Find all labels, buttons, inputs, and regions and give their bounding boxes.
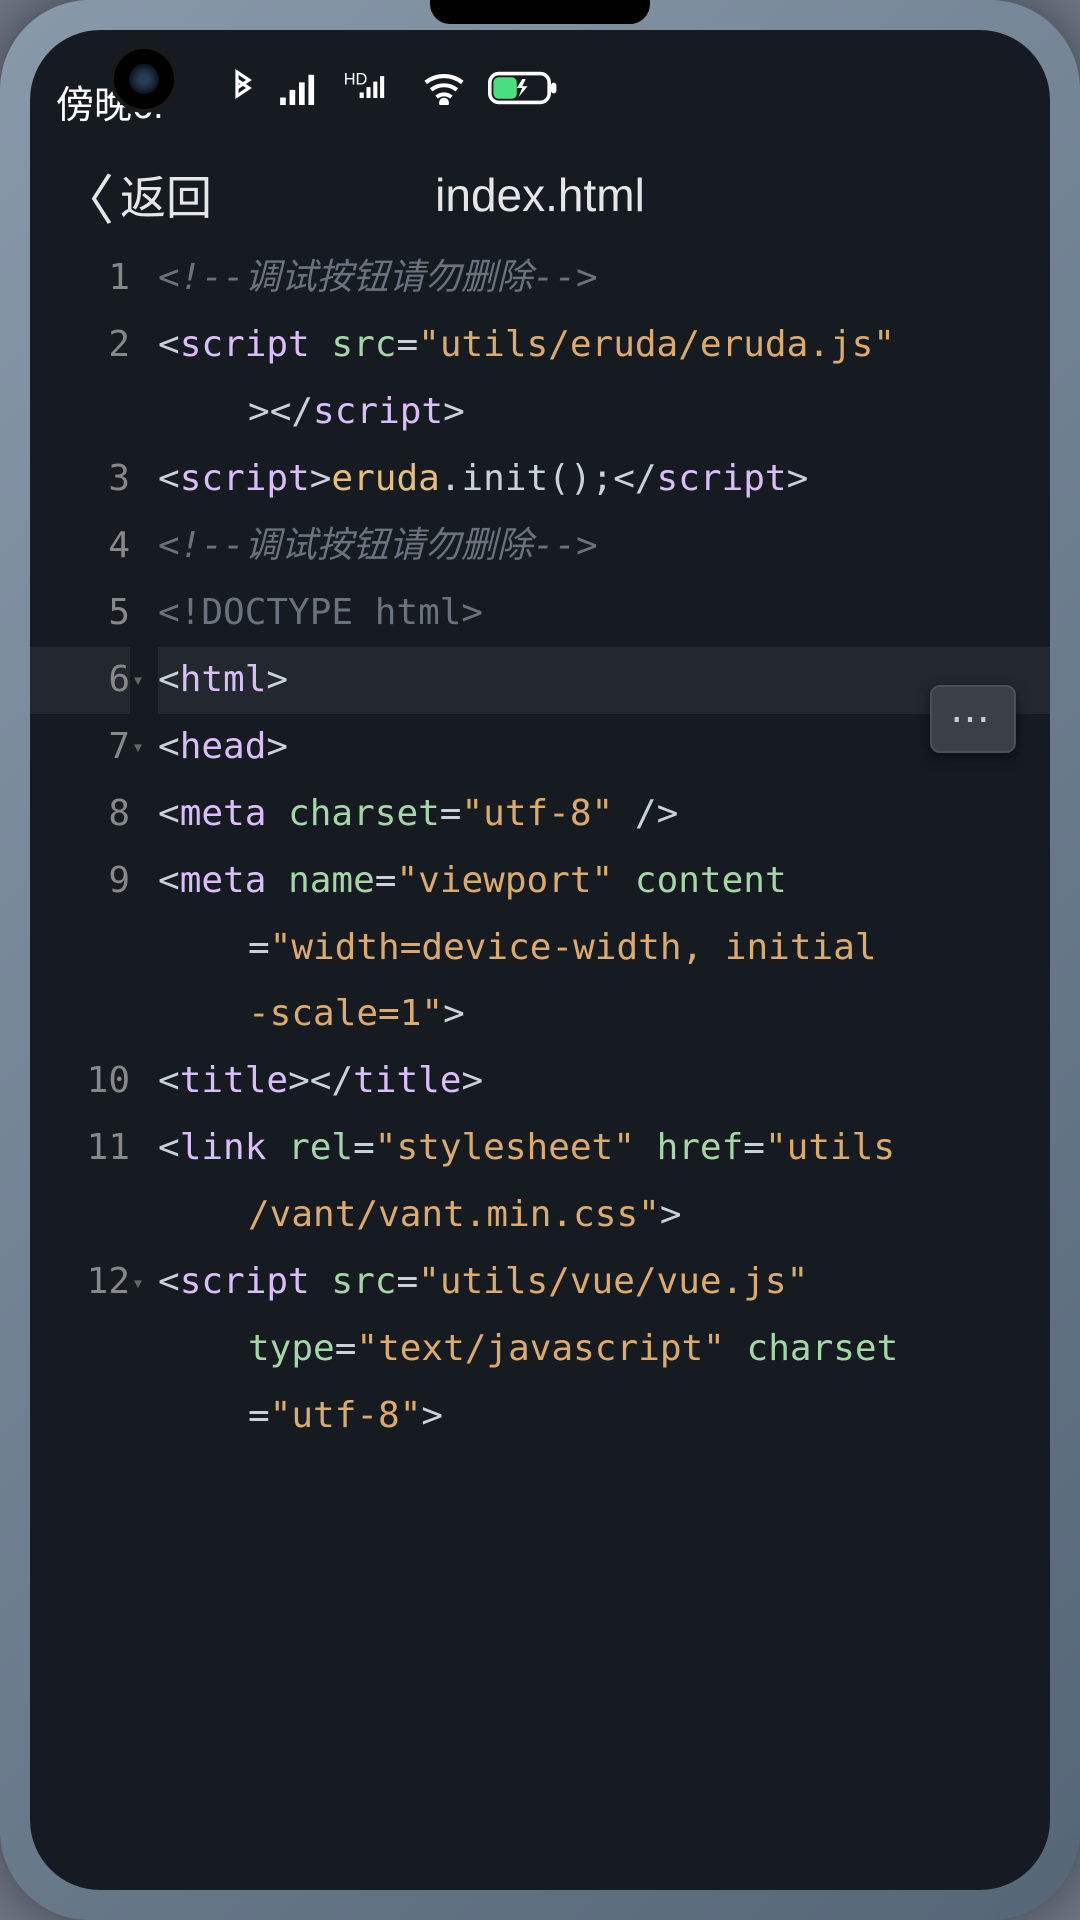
code-line[interactable]: <meta charset="utf-8" />	[158, 781, 1050, 848]
fold-marker-icon[interactable]: ▾	[132, 1264, 144, 1301]
code-line[interactable]: <html>	[158, 647, 1050, 714]
code-editor[interactable]: 12 3456▾7▾89 1011 12▾ <!--调试按钮请勿删除--><sc…	[30, 245, 1050, 1890]
status-bar: 傍晚6: HD	[30, 30, 1050, 145]
line-number: 12▾	[30, 1249, 130, 1316]
code-line[interactable]: <!--调试按钮请勿删除-->	[158, 513, 1050, 580]
code-line[interactable]: <script src="utils/eruda/eruda.js"	[158, 312, 1050, 379]
more-menu-button[interactable]: ⋯	[930, 685, 1016, 753]
screen: 傍晚6: HD	[30, 30, 1050, 1890]
ellipsis-icon: ⋯	[950, 696, 996, 742]
speaker-notch	[430, 0, 650, 24]
line-number: 6▾	[30, 647, 130, 714]
line-number: 3	[30, 446, 130, 513]
line-number: 4	[30, 513, 130, 580]
line-number: 11	[30, 1115, 130, 1182]
code-content[interactable]: <!--调试按钮请勿删除--><script src="utils/eruda/…	[140, 245, 1050, 1890]
wifi-icon	[422, 71, 466, 105]
line-number: 9	[30, 848, 130, 915]
svg-text:HD: HD	[344, 70, 368, 88]
line-number: 5	[30, 580, 130, 647]
line-number: 2	[30, 312, 130, 379]
title-bar: 〈 返回 index.html	[30, 145, 1050, 245]
code-line[interactable]: <link rel="stylesheet" href="utils	[158, 1115, 1050, 1182]
fold-marker-icon[interactable]: ▾	[132, 729, 144, 766]
line-number: 8	[30, 781, 130, 848]
back-label: 返回	[120, 162, 212, 228]
chevron-left-icon: 〈	[60, 156, 114, 235]
line-gutter: 12 3456▾7▾89 1011 12▾	[30, 245, 140, 1890]
code-line[interactable]: <meta name="viewport" content	[158, 848, 1050, 915]
status-icons: HD	[230, 68, 560, 108]
fold-marker-icon[interactable]: ▾	[132, 662, 144, 699]
hd-signal-icon: HD	[342, 68, 400, 108]
code-line[interactable]: <title></title>	[158, 1048, 1050, 1115]
front-camera	[110, 45, 178, 113]
phone-frame: 傍晚6: HD	[0, 0, 1080, 1920]
line-number: 1	[30, 245, 130, 312]
bluetooth-icon	[230, 68, 256, 108]
back-button[interactable]: 〈 返回	[60, 156, 212, 235]
signal-icon	[278, 71, 320, 105]
code-line[interactable]: <!--调试按钮请勿删除-->	[158, 245, 1050, 312]
page-title: index.html	[435, 168, 645, 222]
code-line[interactable]: <!DOCTYPE html>	[158, 580, 1050, 647]
line-number: 7▾	[30, 714, 130, 781]
battery-icon	[488, 70, 560, 106]
code-line[interactable]: <script>eruda.init();</script>	[158, 446, 1050, 513]
code-line[interactable]: <head>	[158, 714, 1050, 781]
code-line[interactable]: <script src="utils/vue/vue.js"	[158, 1249, 1050, 1316]
line-number: 10	[30, 1048, 130, 1115]
